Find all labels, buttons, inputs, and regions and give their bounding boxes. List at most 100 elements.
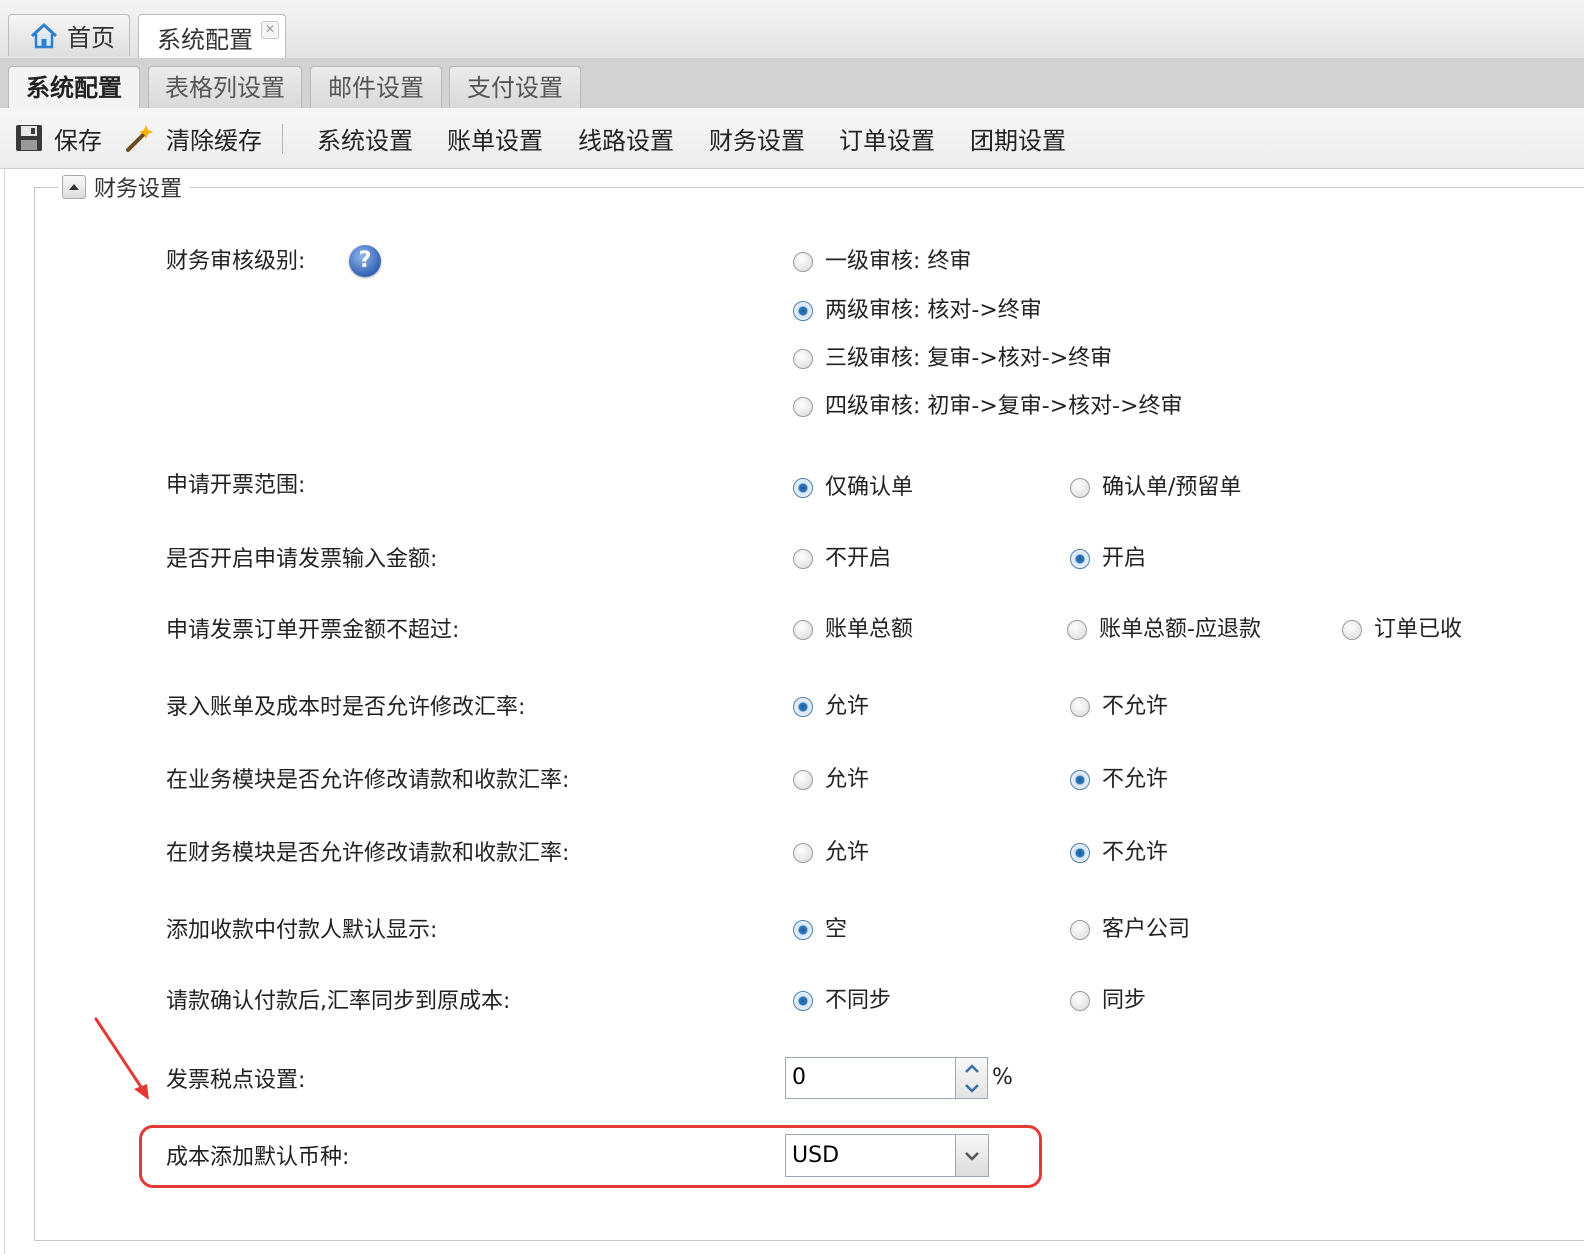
magic-wand-icon <box>126 125 153 152</box>
section-link-label: 团期设置 <box>970 126 1066 155</box>
radio-label: 四级审核: 初审->复审->核对->终审 <box>825 394 1183 419</box>
section-link-routes[interactable]: 线路设置 <box>578 108 674 168</box>
section-link-billing[interactable]: 账单设置 <box>447 108 543 168</box>
tab-home[interactable]: 首页 <box>8 14 130 56</box>
save-icon <box>16 125 42 151</box>
radio-edit-rate-finance-deny[interactable]: 不允许 <box>1070 838 1168 868</box>
subtab-email-label: 邮件设置 <box>328 74 424 102</box>
row-label-tax-point: 发票税点设置: <box>166 1068 306 1093</box>
radio-button-selected[interactable] <box>793 301 813 321</box>
radio-amount-input-off[interactable]: 不开启 <box>793 544 891 574</box>
radio-label: 不允许 <box>1102 767 1169 792</box>
radio-button-selected[interactable] <box>1070 843 1090 863</box>
radio-button-selected[interactable] <box>793 478 813 498</box>
collapse-button[interactable] <box>62 175 86 199</box>
radio-audit-level-2[interactable]: 两级审核: 核对->终审 <box>793 296 1042 326</box>
save-label: 保存 <box>54 126 102 155</box>
row-label-audit-level: 财务审核级别: <box>166 249 306 274</box>
row-label-invoice-limit: 申请发票订单开票金额不超过: <box>166 618 460 643</box>
subtab-system-config[interactable]: 系统配置 <box>8 66 140 109</box>
radio-button-selected[interactable] <box>1070 770 1090 790</box>
content-left-border <box>4 168 5 1254</box>
radio-label: 不允许 <box>1102 694 1169 719</box>
radio-label: 允许 <box>825 840 870 865</box>
row-label-edit-rate-on-entry: 录入账单及成本时是否允许修改汇率: <box>166 695 526 720</box>
section-link-finance[interactable]: 财务设置 <box>709 108 805 168</box>
tax-point-spinner[interactable] <box>956 1057 988 1099</box>
subtab-payment[interactable]: 支付设置 <box>449 66 581 108</box>
radio-button[interactable] <box>1067 620 1087 640</box>
radio-button-selected[interactable] <box>1070 549 1090 569</box>
section-link-system[interactable]: 系统设置 <box>317 108 413 168</box>
radio-label: 开启 <box>1102 546 1147 571</box>
clear-cache-button[interactable]: 清除缓存 <box>124 108 262 168</box>
radio-button[interactable] <box>1070 478 1090 498</box>
section-link-label: 账单设置 <box>447 126 543 155</box>
radio-button[interactable] <box>793 770 813 790</box>
radio-button[interactable] <box>793 620 813 640</box>
radio-button-selected[interactable] <box>793 920 813 940</box>
radio-button[interactable] <box>1342 620 1362 640</box>
subtab-table-columns-label: 表格列设置 <box>165 74 285 102</box>
radio-audit-level-1[interactable]: 一级审核: 终审 <box>793 247 971 277</box>
spin-down-icon[interactable] <box>956 1078 987 1098</box>
subtab-table-columns[interactable]: 表格列设置 <box>148 66 302 108</box>
radio-button[interactable] <box>793 843 813 863</box>
section-link-group-dates[interactable]: 团期设置 <box>970 108 1066 168</box>
row-label-invoice-amount-input: 是否开启申请发票输入金额: <box>166 547 438 572</box>
radio-button[interactable] <box>1070 991 1090 1011</box>
radio-button[interactable] <box>793 549 813 569</box>
radio-edit-rate-entry-deny[interactable]: 不允许 <box>1070 692 1168 722</box>
radio-button-selected[interactable] <box>793 697 813 717</box>
section-link-label: 财务设置 <box>709 126 805 155</box>
radio-edit-rate-finance-allow[interactable]: 允许 <box>793 838 869 868</box>
row-label-invoice-scope: 申请开票范围: <box>166 473 306 498</box>
radio-button[interactable] <box>1070 697 1090 717</box>
radio-edit-rate-entry-allow[interactable]: 允许 <box>793 692 869 722</box>
radio-button[interactable] <box>793 349 813 369</box>
radio-label: 账单总额 <box>825 617 914 642</box>
subtab-system-config-label: 系统配置 <box>26 74 122 102</box>
section-link-orders[interactable]: 订单设置 <box>839 108 935 168</box>
radio-amount-input-on[interactable]: 开启 <box>1070 544 1146 574</box>
radio-audit-level-4[interactable]: 四级审核: 初审->复审->核对->终审 <box>793 392 1183 422</box>
subtab-email[interactable]: 邮件设置 <box>310 66 442 108</box>
save-button[interactable]: 保存 <box>14 108 102 168</box>
clear-cache-label: 清除缓存 <box>166 126 262 155</box>
fieldset-legend-label: 财务设置 <box>94 177 183 202</box>
radio-rate-sync-off[interactable]: 不同步 <box>793 986 891 1016</box>
spin-up-icon[interactable] <box>956 1058 987 1078</box>
radio-label: 不开启 <box>825 546 892 571</box>
tab-home-label: 首页 <box>67 24 115 52</box>
radio-edit-rate-business-deny[interactable]: 不允许 <box>1070 765 1168 795</box>
radio-payer-customer-company[interactable]: 客户公司 <box>1070 915 1190 945</box>
radio-button[interactable] <box>793 252 813 272</box>
radio-limit-bill-minus-refund[interactable]: 账单总额-应退款 <box>1067 615 1261 645</box>
radio-audit-level-3[interactable]: 三级审核: 复审->核对->终审 <box>793 344 1112 374</box>
tax-point-input[interactable]: 0 <box>785 1057 956 1099</box>
radio-button-selected[interactable] <box>793 991 813 1011</box>
close-tab-icon[interactable]: ✕ <box>261 21 279 39</box>
radio-label: 允许 <box>825 767 870 792</box>
radio-edit-rate-business-allow[interactable]: 允许 <box>793 765 869 795</box>
row-label-payer-default: 添加收款中付款人默认显示: <box>166 918 438 943</box>
radio-payer-empty[interactable]: 空 <box>793 915 847 945</box>
help-icon[interactable]: ? <box>349 245 381 277</box>
radio-rate-sync-on[interactable]: 同步 <box>1070 986 1146 1016</box>
radio-invoice-scope-confirmed[interactable]: 仅确认单 <box>793 473 913 503</box>
subtab-payment-label: 支付设置 <box>467 74 563 102</box>
radio-label: 客户公司 <box>1102 917 1191 942</box>
radio-limit-bill-total[interactable]: 账单总额 <box>793 615 913 645</box>
radio-label: 订单已收 <box>1374 617 1463 642</box>
tab-system-config[interactable]: 系统配置 ✕ <box>138 14 286 59</box>
radio-button[interactable] <box>793 397 813 417</box>
home-icon <box>30 23 58 48</box>
radio-label: 同步 <box>1102 988 1147 1013</box>
radio-invoice-scope-reserved[interactable]: 确认单/预留单 <box>1070 473 1241 503</box>
caret-up-icon <box>69 184 79 190</box>
radio-label: 不允许 <box>1102 840 1169 865</box>
radio-button[interactable] <box>1070 920 1090 940</box>
section-link-label: 系统设置 <box>317 126 413 155</box>
sub-tab-bar: 系统配置 表格列设置 邮件设置 支付设置 <box>0 58 1584 109</box>
radio-limit-order-received[interactable]: 订单已收 <box>1342 615 1462 645</box>
